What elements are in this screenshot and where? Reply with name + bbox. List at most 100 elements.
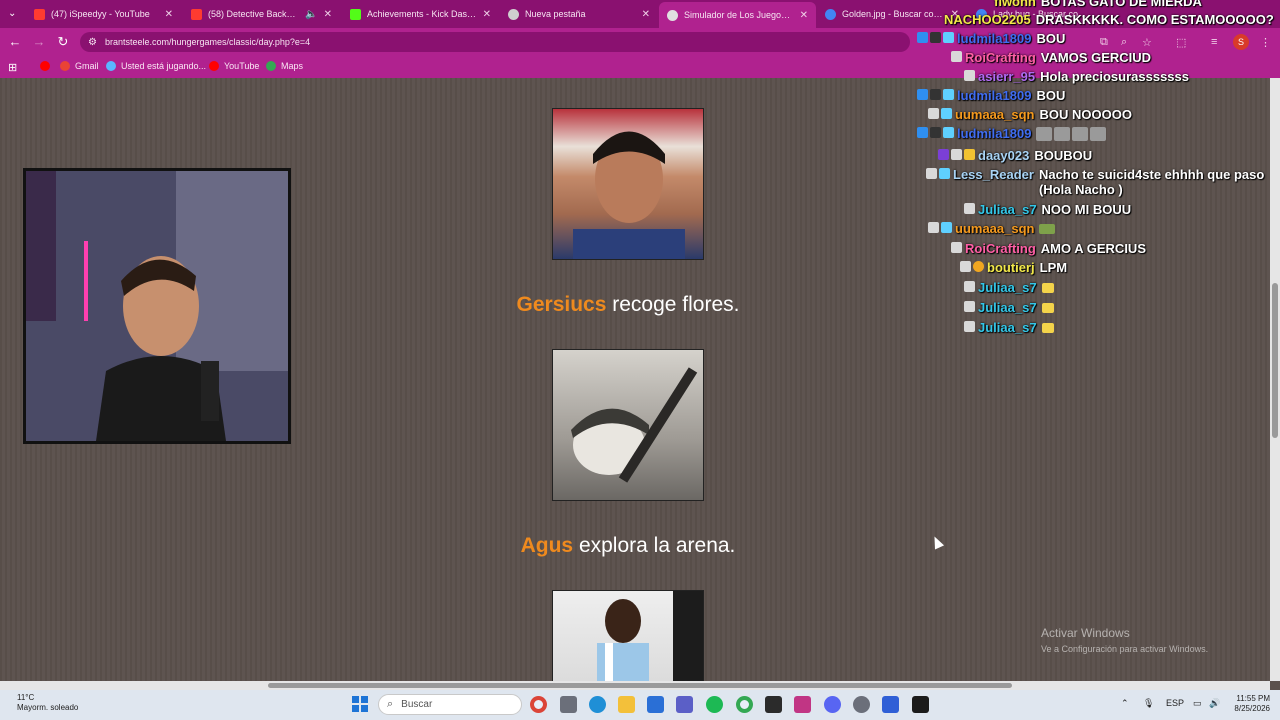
chat-username: asierr_95 [978, 69, 1036, 84]
instagram-icon[interactable] [794, 696, 811, 713]
horizontal-scrollbar[interactable] [0, 681, 1270, 690]
close-tab-icon[interactable]: ✕ [800, 10, 808, 21]
streaming-app-icon[interactable] [912, 696, 929, 713]
maps-pin-icon [266, 61, 276, 71]
tribute-name: Gersiucs [516, 293, 607, 316]
chat-message: uumaaa_sqn BOU NOOOOO [928, 107, 1132, 122]
tab-new-tab[interactable]: Nueva pestaña ✕ [500, 4, 658, 24]
warning-badge-icon [973, 261, 984, 272]
portrait-illustration [573, 131, 685, 259]
chat-username: ludmila1809 [957, 31, 1032, 46]
chat-username: uumaaa_sqn [955, 221, 1035, 236]
scroll-thumb[interactable] [268, 683, 1012, 688]
tab-youtube-ispeedyy[interactable]: (47) iSpeedyy - YouTube ✕ [26, 4, 181, 24]
back-arrow-icon[interactable]: ← [7, 34, 23, 49]
vertical-scrollbar[interactable] [1270, 78, 1280, 681]
mail-icon[interactable] [647, 696, 664, 713]
tribute-photo-gersiucs-cat [552, 349, 704, 501]
speaker-icon[interactable]: 🔈 [305, 9, 317, 20]
tray-overflow-chevron-icon[interactable]: ⌃ [1121, 698, 1129, 709]
settings-gear-icon[interactable] [853, 696, 870, 713]
close-tab-icon[interactable]: ✕ [642, 9, 650, 20]
gift-badge-icon [941, 222, 952, 233]
sub-badge-icon [964, 321, 975, 332]
chat-text: Hola preciosurasssssss [1040, 69, 1189, 84]
cat-emote-icon [1054, 127, 1071, 141]
windows-start-icon[interactable] [352, 696, 368, 712]
chat-message: uumaaa_sqn [928, 221, 1056, 236]
chat-username: flwonh [994, 0, 1036, 9]
bookmark-label: YouTube [224, 61, 260, 71]
bookmark-label: Gmail [75, 61, 99, 71]
sub-badge-icon [928, 222, 939, 233]
bookmark-label: Usted está jugando... [121, 61, 207, 71]
taskbar-search[interactable]: ⌕ Buscar [378, 694, 522, 715]
microphone-icon[interactable]: 🎙 [1143, 698, 1154, 709]
tab-kick-achievements[interactable]: Achievements - Kick Dashboard ✕ [342, 4, 499, 24]
sub-badge-icon [926, 168, 937, 179]
cat-emote-icon [1036, 127, 1053, 141]
edge-icon[interactable] [589, 696, 606, 713]
sub-badge-icon [964, 70, 975, 81]
bookmark-usted-esta-jugando[interactable]: Usted está jugando... [106, 61, 206, 71]
teams-icon[interactable] [676, 696, 693, 713]
language-indicator[interactable]: ESP [1166, 698, 1184, 708]
gift-badge-icon [939, 168, 950, 179]
close-tab-icon[interactable]: ✕ [324, 9, 332, 20]
watermark-title: Activar Windows [1041, 626, 1130, 640]
gift-badge-icon [941, 108, 952, 119]
google-icon [825, 8, 836, 20]
gmail-icon [60, 61, 70, 71]
chat-text: BOUBOU [1034, 148, 1093, 163]
close-tab-icon[interactable]: ✕ [165, 9, 173, 20]
epic-games-icon[interactable] [765, 696, 782, 713]
chat-username: Juliaa_s7 [978, 320, 1037, 335]
gift-badge-icon [943, 32, 954, 43]
chrome-alt-icon[interactable] [736, 696, 753, 713]
tab-youtube-detective[interactable]: (58) Detective Background 🔈 ✕ [183, 4, 340, 24]
discord-icon[interactable] [824, 696, 841, 713]
forward-arrow-icon[interactable]: → [31, 34, 47, 49]
tab-search-chevron-icon[interactable]: ⌄ [8, 8, 16, 19]
task-view-icon[interactable] [560, 696, 577, 713]
chat-text: BOU [1036, 31, 1066, 46]
sub-badge-icon [960, 261, 971, 272]
crown-badge-icon [964, 149, 975, 160]
chat-username: ludmila1809 [957, 88, 1032, 103]
app-icon[interactable] [882, 696, 899, 713]
tab-hunger-games-simulator[interactable]: Simulador de Los Juegos del H ✕ [659, 2, 816, 28]
chrome-taskbar-icon[interactable] [530, 696, 547, 713]
close-tab-icon[interactable]: ✕ [483, 9, 491, 20]
spotify-icon[interactable] [706, 696, 723, 713]
bookmark-maps[interactable]: Maps [266, 61, 303, 71]
taskbar-clock[interactable]: 11:55 PM 8/25/2026 [1224, 694, 1270, 714]
bookmark-youtube[interactable]: YouTube [209, 61, 259, 71]
address-bar[interactable]: ⚙ brantsteele.com/hungergames/classic/da… [80, 32, 910, 52]
chat-message: Less_Reader Nacho te suicid4ste ehhhh qu… [926, 167, 1269, 197]
volume-icon[interactable]: 🔊 [1209, 698, 1220, 709]
search-placeholder: Buscar [401, 699, 433, 710]
apps-grid-icon[interactable]: ⊞ [8, 61, 17, 74]
site-info-icon[interactable]: ⚙ [88, 37, 97, 48]
event-action: recoge flores. [612, 293, 740, 316]
chat-text: NOO MI BOUU [1041, 202, 1132, 217]
chat-text: BOTAS GATO DE MIERDA [1040, 0, 1202, 9]
chat-username: RoiCrafting [965, 50, 1036, 65]
bookmark-youtube-unnamed[interactable] [40, 61, 50, 71]
scroll-thumb[interactable] [1272, 283, 1278, 438]
tribute-photo-agus [552, 590, 704, 681]
chat-text: DRASKKKKK. COMO ESTAMOOOOO? [1035, 12, 1274, 27]
chat-message: RoiCrafting VAMOS GERCIUD [951, 50, 1151, 65]
network-icon[interactable]: ▭ [1193, 698, 1202, 709]
clock-date: 8/25/2026 [1234, 704, 1270, 713]
reload-icon[interactable]: ↻ [55, 34, 71, 50]
emote-icon [1041, 283, 1054, 293]
emote-icon [1041, 303, 1054, 313]
chat-username: Juliaa_s7 [978, 280, 1037, 295]
chat-message: daay023 BOUBOU [938, 148, 1092, 163]
file-explorer-icon[interactable] [618, 696, 635, 713]
bookmark-gmail[interactable]: Gmail [60, 61, 99, 71]
tribute-photo-gersiucs [552, 108, 704, 260]
weather-widget[interactable]: 11°C Mayorm. soleado [17, 693, 78, 713]
chat-message: Juliaa_s7 [964, 280, 1054, 295]
